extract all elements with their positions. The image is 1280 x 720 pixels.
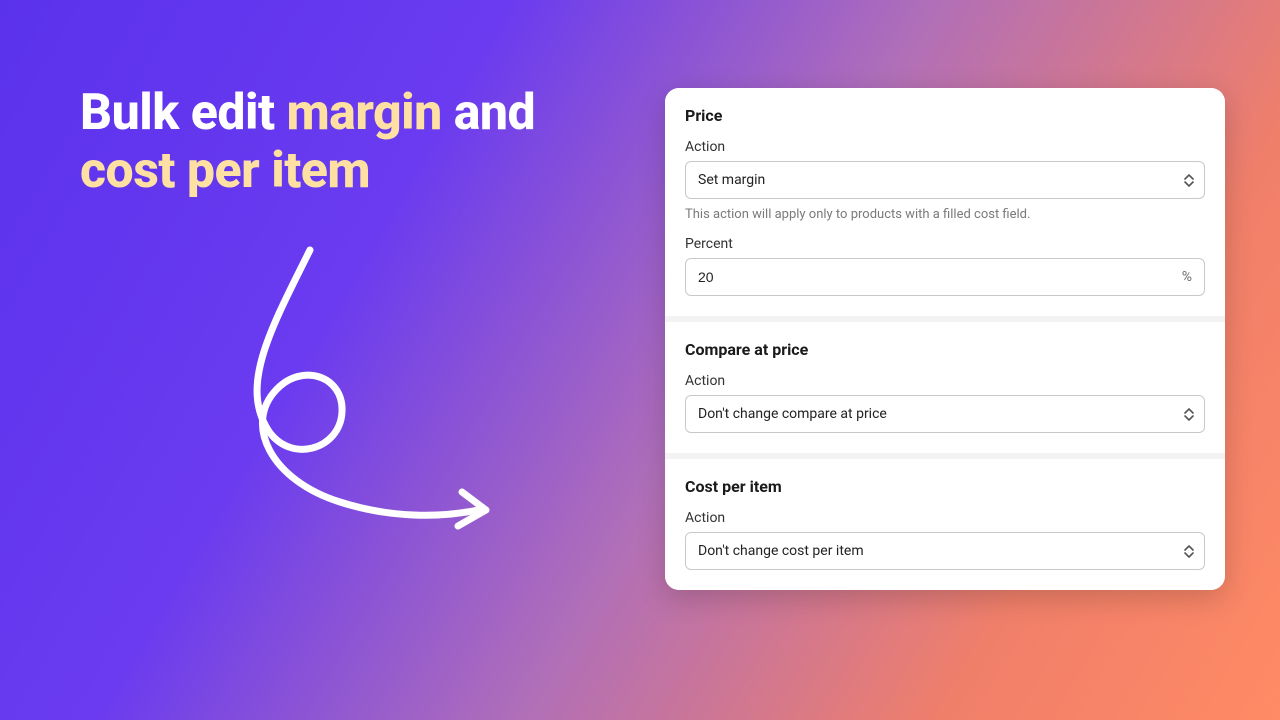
price-action-value: Set margin (698, 172, 765, 188)
chevron-updown-icon (1184, 407, 1194, 421)
settings-panel: Price Action Set margin This action will… (665, 88, 1225, 590)
percent-label: Percent (685, 236, 1205, 252)
compare-action-select[interactable]: Don't change compare at price (685, 395, 1205, 433)
headline-part1: Bulk edit (80, 84, 286, 142)
compare-action-value: Don't change compare at price (698, 406, 887, 422)
cost-action-value: Don't change cost per item (698, 543, 864, 559)
percent-input-wrap: % (685, 258, 1205, 296)
cost-card: Cost per item Action Don't change cost p… (665, 459, 1225, 590)
price-action-help: This action will apply only to products … (685, 207, 1205, 222)
headline-part2: and (442, 84, 535, 142)
promo-background: Bulk edit margin and cost per item Price… (0, 0, 1280, 720)
compare-card: Compare at price Action Don't change com… (665, 322, 1225, 453)
curly-arrow-icon (190, 240, 500, 540)
price-card: Price Action Set margin This action will… (665, 88, 1225, 316)
compare-action-label: Action (685, 373, 1205, 389)
percent-suffix: % (1182, 269, 1192, 285)
chevron-updown-icon (1184, 544, 1194, 558)
headline: Bulk edit margin and cost per item (80, 85, 600, 200)
compare-card-title: Compare at price (685, 340, 1205, 359)
cost-action-select[interactable]: Don't change cost per item (685, 532, 1205, 570)
cost-action-label: Action (685, 510, 1205, 526)
percent-input[interactable] (686, 259, 1204, 295)
headline-accent-cost: cost per item (80, 142, 370, 200)
price-card-title: Price (685, 106, 1205, 125)
price-action-label: Action (685, 139, 1205, 155)
cost-card-title: Cost per item (685, 477, 1205, 496)
chevron-updown-icon (1184, 173, 1194, 187)
price-action-select[interactable]: Set margin (685, 161, 1205, 199)
headline-accent-margin: margin (286, 84, 441, 142)
